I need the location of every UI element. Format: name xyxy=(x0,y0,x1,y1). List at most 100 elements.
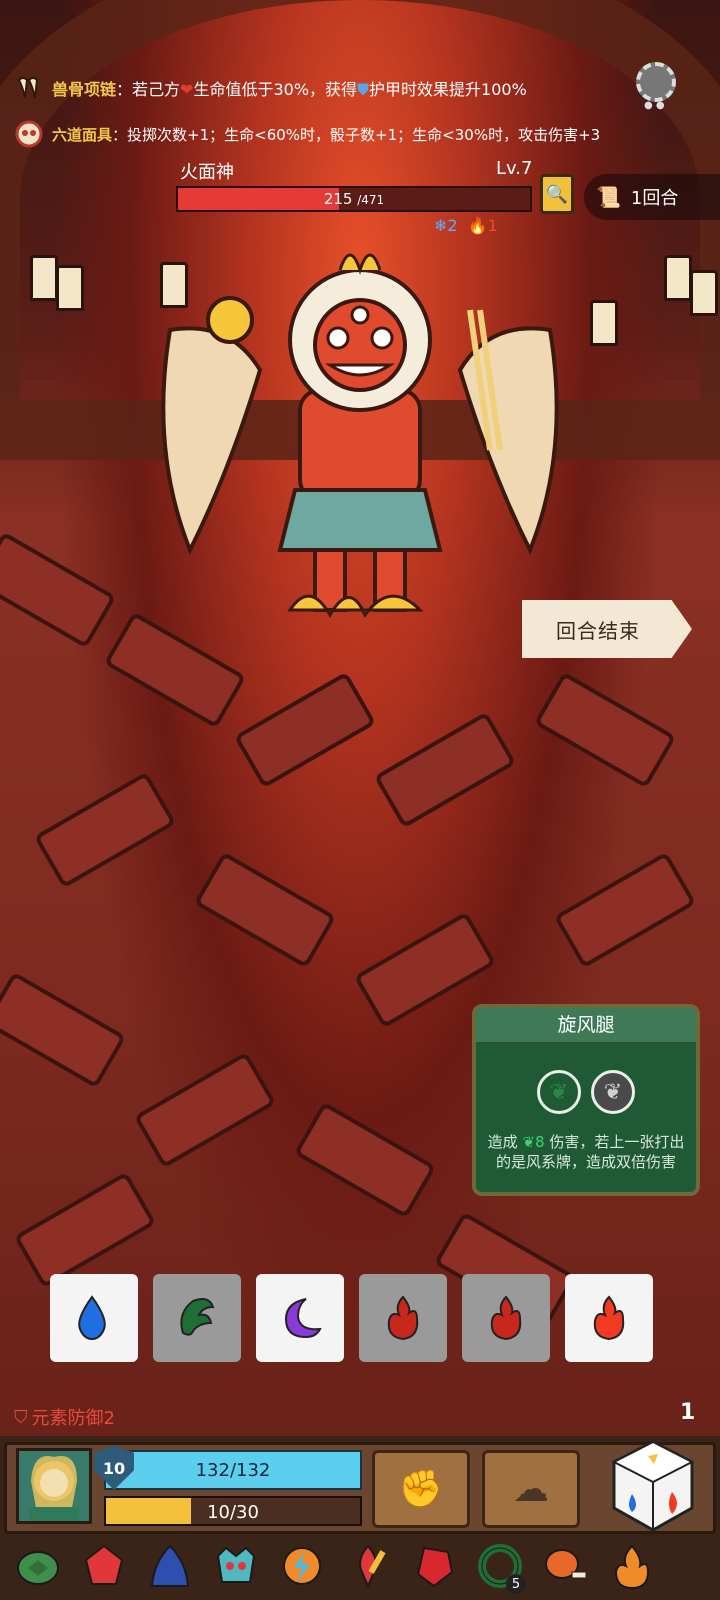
moon-element-icon xyxy=(284,1298,322,1339)
element-defense-label: 元素防御2 xyxy=(31,1408,115,1429)
element-defense-status: ⛉ 元素防御2 xyxy=(14,1404,115,1430)
relic-inventory-bar: 5 xyxy=(10,1538,660,1594)
card-title: 旋风腿 xyxy=(557,1014,615,1036)
floor-brick xyxy=(293,1101,437,1219)
player-avatar[interactable] xyxy=(16,1448,92,1524)
player-hp-text: 132/132 xyxy=(195,1460,271,1481)
enemy-hp-max: /471 xyxy=(357,193,385,207)
fire-element-icon xyxy=(387,1295,419,1341)
enemy-status-row: ❄2 🔥1 xyxy=(434,216,498,235)
skill-card[interactable]: 旋风腿 ❦ ❦ 造成 ❦8 伤害，若上一张打出的是风系牌，造成双倍伤害 xyxy=(472,1004,700,1196)
enemy-hp-text: 215 /471 xyxy=(178,190,530,208)
end-turn-label: 回合结束 xyxy=(556,618,640,643)
fist-icon: ✊ xyxy=(398,1469,444,1510)
relic-slot[interactable] xyxy=(538,1538,594,1594)
dust-skill-button[interactable]: ☁ xyxy=(482,1450,580,1528)
relic-slot[interactable] xyxy=(10,1538,66,1594)
wind-leaf-icon: ❦ xyxy=(603,1079,623,1105)
candle xyxy=(56,265,84,311)
enemy-name: 火面神 xyxy=(180,162,234,183)
blue-cloak-icon xyxy=(150,1544,190,1587)
turtle-shell-icon xyxy=(17,1551,59,1585)
fire-element-icon xyxy=(490,1295,522,1341)
card-title-bar: 旋风腿 xyxy=(476,1008,696,1044)
floor-brick xyxy=(0,971,127,1089)
wind-element-slot-empty: ❦ xyxy=(591,1070,635,1114)
roll-dice-button[interactable] xyxy=(610,1438,696,1534)
relic-count-badge: 5 xyxy=(506,1574,526,1594)
relic-info-row: 兽骨项链：若己方❤生命值低于30%，获得⛊护甲时效果提升100% xyxy=(14,70,527,106)
relic-desc: 若己方 xyxy=(132,80,181,99)
dice-row xyxy=(50,1274,653,1362)
wind-element-icon xyxy=(180,1298,215,1336)
claw-necklace-icon xyxy=(14,73,44,103)
armor-value: 10 xyxy=(102,1458,126,1478)
water-element-icon xyxy=(78,1295,106,1341)
floor-brick xyxy=(553,851,697,969)
shield-icon: ⛊ xyxy=(357,80,370,99)
floor-brick xyxy=(373,711,517,829)
relic-name: 兽骨项链 xyxy=(52,80,117,99)
relic-desc: 护甲时效果提升100% xyxy=(369,80,527,99)
die-water[interactable] xyxy=(50,1274,138,1362)
enemy-hp-current: 215 xyxy=(323,190,353,208)
separator: ： xyxy=(112,125,128,144)
settings-gear-icon[interactable] xyxy=(636,62,676,102)
meat-leg-icon xyxy=(545,1549,587,1579)
die-moon[interactable] xyxy=(256,1274,344,1362)
enemy-hp-bar: 215 /471 xyxy=(176,186,532,212)
fire-dagger-icon xyxy=(359,1544,386,1589)
frost-count: 2 xyxy=(447,216,458,235)
mask-icon xyxy=(14,119,44,149)
ruby-icon xyxy=(416,1546,454,1588)
enemy-info-button[interactable]: 🔍 xyxy=(540,174,574,214)
relic-desc: 生命值低于30%，获得 xyxy=(193,80,358,99)
player-hp-bar: 132/132 xyxy=(104,1450,362,1490)
damage-value: ❦8 xyxy=(522,1133,545,1151)
die-fire[interactable] xyxy=(359,1274,447,1362)
relic-slot[interactable] xyxy=(406,1538,462,1594)
floor-brick xyxy=(133,1051,277,1169)
burn-count: 1 xyxy=(487,216,498,235)
relic-slot[interactable]: 5 xyxy=(472,1538,528,1594)
die-fire[interactable] xyxy=(565,1274,653,1362)
floor-brick xyxy=(233,671,377,789)
fire-element-icon xyxy=(593,1295,625,1341)
candle xyxy=(30,255,58,301)
card-desc-prefix: 造成 xyxy=(487,1133,518,1151)
relic-slot[interactable] xyxy=(274,1538,330,1594)
crown-mask-icon xyxy=(216,1546,256,1583)
die-wind[interactable] xyxy=(153,1274,241,1362)
relic-slot[interactable] xyxy=(76,1538,132,1594)
wind-element-slot: ❦ xyxy=(537,1070,581,1114)
enemy-level: Lv.7 xyxy=(496,158,533,179)
burn-status: 🔥1 xyxy=(467,216,498,235)
card-description: 造成 ❦8 伤害，若上一张打出的是风系牌，造成双倍伤害 xyxy=(484,1132,688,1172)
relic-slot[interactable] xyxy=(208,1538,264,1594)
dust-cloud-icon: ☁ xyxy=(513,1468,549,1510)
fire-mask-god-enemy[interactable] xyxy=(150,250,570,650)
end-turn-button[interactable]: 回合结束 xyxy=(522,600,692,658)
relic-slot[interactable] xyxy=(142,1538,198,1594)
red-gem-icon xyxy=(84,1544,124,1585)
relic-desc: 投掷次数+1；生命<60%时，骰子数+1；生命<30%时，攻击伤害+3 xyxy=(127,125,601,144)
card-element-slots: ❦ ❦ xyxy=(476,1070,696,1114)
gear-eyes-icon: ● ● xyxy=(644,100,665,111)
relic-slot[interactable] xyxy=(604,1538,660,1594)
relic-slot[interactable] xyxy=(340,1538,396,1594)
relic-name: 六道面具 xyxy=(52,125,113,144)
candle xyxy=(590,300,618,346)
floor-brick xyxy=(0,531,117,649)
player-exp-text: 10/30 xyxy=(207,1502,259,1523)
frost-status: ❄2 xyxy=(434,216,458,235)
floor-brick xyxy=(533,671,677,789)
flame-icon xyxy=(614,1544,650,1590)
round-counter: 📜 1回合 xyxy=(584,174,720,220)
scroll-icon: 📜 xyxy=(596,185,621,209)
die-fire[interactable] xyxy=(462,1274,550,1362)
fist-skill-button[interactable]: ✊ xyxy=(372,1450,470,1528)
heart-icon: ❤ xyxy=(180,80,194,99)
candle xyxy=(690,270,718,316)
dice-count: 1 xyxy=(680,1400,696,1425)
lightning-orb-icon xyxy=(283,1547,321,1585)
